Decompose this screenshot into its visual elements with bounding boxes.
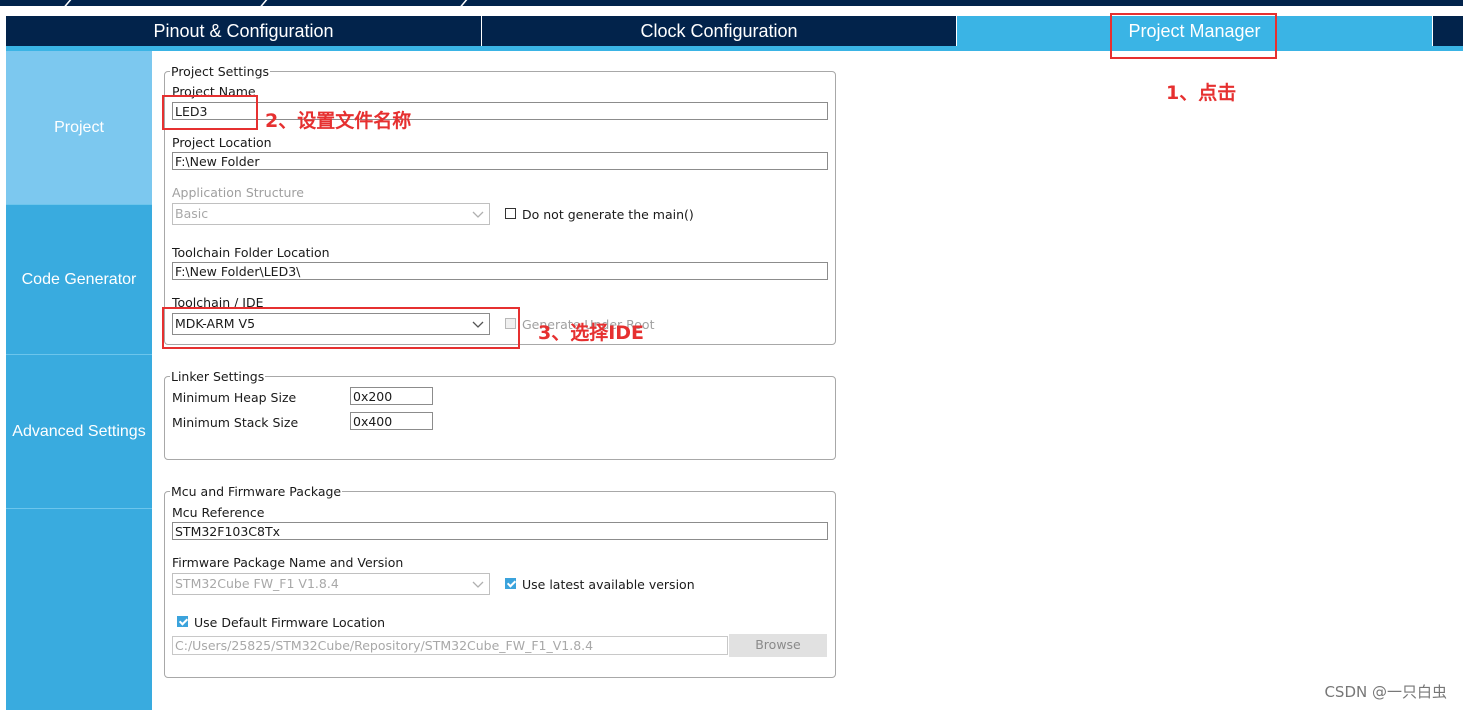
browse-button[interactable]: Browse (729, 634, 827, 657)
firmware-package-value: STM32Cube FW_F1 V1.8.4 (175, 576, 339, 591)
project-location-label: Project Location (172, 135, 272, 150)
application-structure-label: Application Structure (172, 185, 304, 200)
no-main-checkbox[interactable] (505, 208, 516, 219)
sidebar-item-project[interactable]: Project (6, 51, 152, 205)
min-heap-input[interactable] (350, 387, 433, 405)
firmware-path-input[interactable] (172, 636, 728, 655)
sidebar-item-advanced-settings[interactable]: Advanced Settings (6, 355, 152, 509)
annotation-step1: 1、点击 (1166, 82, 1237, 104)
no-main-label: Do not generate the main() (522, 207, 694, 222)
tab-divider (1432, 16, 1433, 46)
mcu-reference-label: Mcu Reference (172, 505, 265, 520)
annotation-box-project-name (162, 95, 258, 130)
mcu-firmware-legend: Mcu and Firmware Package (170, 484, 343, 499)
mcu-reference-input[interactable] (172, 522, 828, 540)
watermark: CSDN @一只白虫 (1324, 683, 1447, 701)
project-settings-legend: Project Settings (170, 64, 271, 79)
application-structure-value: Basic (175, 206, 209, 221)
min-stack-label: Minimum Stack Size (172, 415, 299, 430)
use-latest-version-label: Use latest available version (522, 577, 695, 592)
min-stack-input[interactable] (350, 412, 433, 430)
toolchain-folder-input[interactable] (172, 262, 828, 280)
min-heap-label: Minimum Heap Size (172, 390, 297, 405)
chevron-down-icon (472, 211, 484, 218)
toolchain-folder-label: Toolchain Folder Location (172, 245, 330, 260)
firmware-package-label: Firmware Package Name and Version (172, 555, 404, 570)
use-default-location-checkbox[interactable] (177, 616, 188, 627)
annotation-box-toolchain (162, 307, 520, 349)
use-default-location-label: Use Default Firmware Location (194, 615, 386, 630)
linker-settings-legend: Linker Settings (170, 369, 266, 384)
annotation-step3: 3、选择IDE (538, 322, 645, 344)
application-structure-select[interactable]: Basic (172, 203, 490, 225)
tab-pinout-configuration[interactable]: Pinout & Configuration (6, 16, 482, 46)
top-strip (0, 0, 1463, 6)
sidebar: Project Code Generator Advanced Settings (6, 51, 152, 710)
project-location-input[interactable] (172, 152, 828, 170)
annotation-box-project-manager (1110, 13, 1277, 59)
use-latest-version-checkbox[interactable] (505, 578, 516, 589)
annotation-step2: 2、设置文件名称 (265, 110, 412, 132)
chevron-down-icon (472, 581, 484, 588)
firmware-package-select[interactable]: STM32Cube FW_F1 V1.8.4 (172, 573, 490, 595)
tab-clock-configuration[interactable]: Clock Configuration (482, 16, 957, 46)
sidebar-item-code-generator[interactable]: Code Generator (6, 205, 152, 355)
